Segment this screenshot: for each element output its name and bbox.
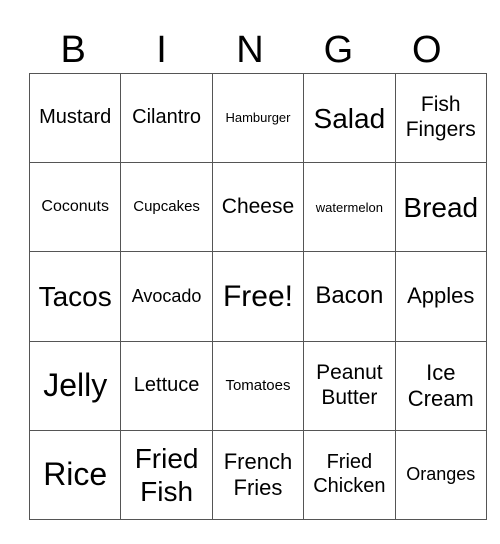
- bingo-cell[interactable]: Apples: [394, 251, 487, 342]
- bingo-cell[interactable]: Bread: [394, 162, 487, 253]
- bingo-cell[interactable]: Fish Fingers: [394, 72, 487, 164]
- bingo-cell[interactable]: Salad: [303, 72, 396, 164]
- bingo-cell[interactable]: Rice: [28, 429, 122, 520]
- bingo-cell[interactable]: Tomatoes: [211, 340, 305, 431]
- header-letter-i: I: [156, 29, 167, 71]
- free-space-cell[interactable]: Free!: [211, 251, 305, 342]
- bingo-cell[interactable]: Peanut Butter: [303, 340, 396, 431]
- grid-row: Mustard Cilantro Hamburger Salad Fish Fi…: [28, 72, 487, 164]
- header-letter-g: G: [323, 29, 354, 71]
- bingo-cell[interactable]: Lettuce: [120, 340, 213, 431]
- header-letter-o: O: [411, 29, 442, 71]
- bingo-cell[interactable]: Coconuts: [28, 162, 122, 253]
- bingo-cell[interactable]: Fried Fish: [120, 429, 213, 520]
- bingo-cell[interactable]: Cheese: [211, 162, 305, 253]
- bingo-cell[interactable]: Avocado: [120, 251, 213, 342]
- bingo-cell[interactable]: Hamburger: [211, 72, 305, 164]
- bingo-cell[interactable]: Fried Chicken: [303, 429, 396, 520]
- bingo-header: B I N G O: [29, 28, 471, 73]
- grid-row: Rice Fried Fish French Fries Fried Chick…: [28, 429, 487, 520]
- grid-row: Jelly Lettuce Tomatoes Peanut Butter Ice…: [28, 340, 487, 431]
- bingo-cell[interactable]: French Fries: [211, 429, 305, 520]
- bingo-cell[interactable]: Tacos: [28, 251, 122, 342]
- bingo-cell[interactable]: Ice Cream: [394, 340, 487, 431]
- bingo-cell[interactable]: Bacon: [303, 251, 396, 342]
- bingo-cell[interactable]: watermelon: [303, 162, 396, 253]
- header-letter-n: N: [236, 29, 264, 71]
- header-letter-b: B: [60, 29, 86, 71]
- bingo-cell[interactable]: Cilantro: [120, 72, 213, 164]
- bingo-cell[interactable]: Mustard: [28, 72, 122, 164]
- bingo-cell[interactable]: Cupcakes: [120, 162, 213, 253]
- bingo-grid: Mustard Cilantro Hamburger Salad Fish Fi…: [28, 72, 487, 520]
- bingo-cell[interactable]: Jelly: [28, 340, 122, 431]
- grid-row: Coconuts Cupcakes Cheese watermelon Brea…: [28, 162, 487, 253]
- grid-row: Tacos Avocado Free! Bacon Apples: [28, 251, 487, 342]
- bingo-cell[interactable]: Oranges: [394, 429, 487, 520]
